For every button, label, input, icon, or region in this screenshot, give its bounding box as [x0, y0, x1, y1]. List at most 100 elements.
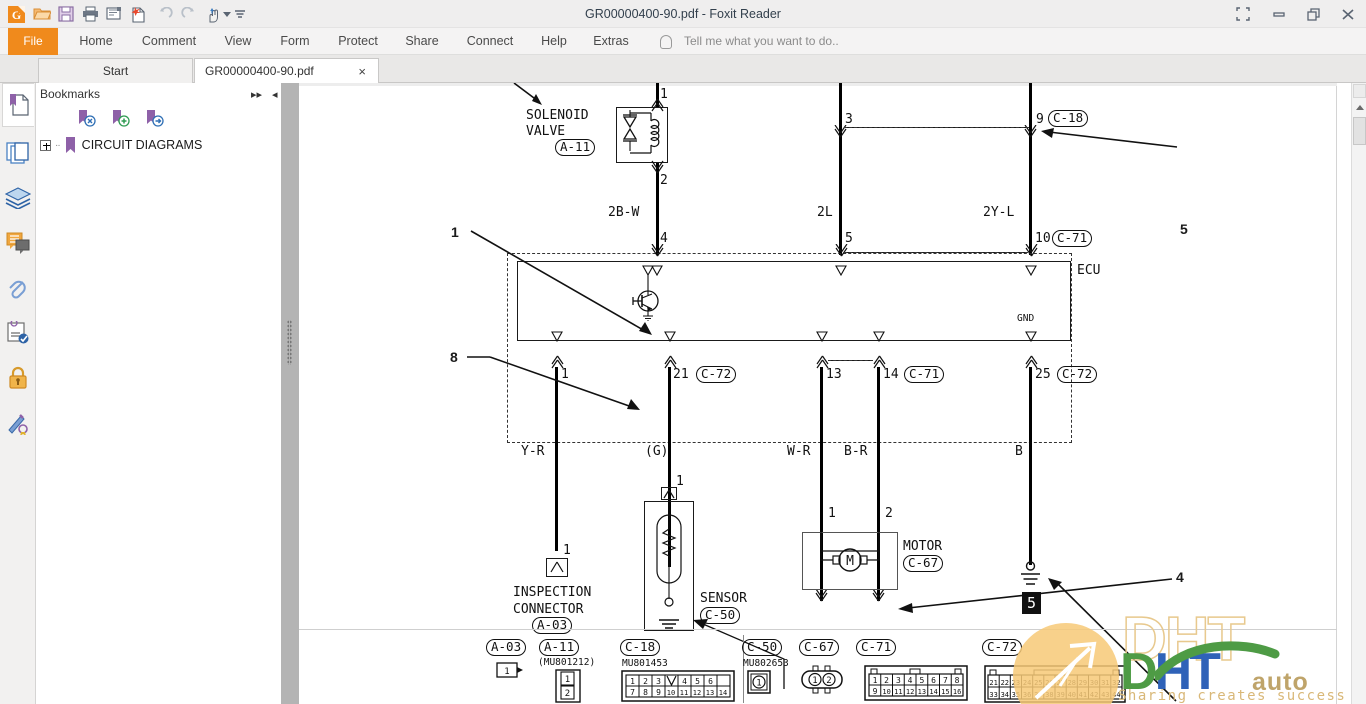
- svg-text:7: 7: [630, 688, 635, 697]
- page-top-edge: [299, 83, 1337, 86]
- panel-splitter[interactable]: [281, 83, 299, 704]
- connector-code-c71-upper: C-71: [1052, 230, 1093, 247]
- sidebar-item-stamps[interactable]: [2, 311, 34, 355]
- svg-text:1: 1: [504, 667, 509, 677]
- tab-home[interactable]: Home: [70, 28, 122, 55]
- add-bookmark-icon[interactable]: [110, 109, 132, 131]
- toggle-fullscreen-button[interactable]: [1232, 4, 1254, 24]
- svg-text:M: M: [846, 554, 854, 569]
- open-icon[interactable]: [32, 4, 52, 24]
- tab-file[interactable]: File: [8, 28, 58, 55]
- scroll-up-arrow-icon[interactable]: [1356, 105, 1364, 110]
- save-icon[interactable]: [56, 4, 76, 24]
- pin-label-out-21: 21: [673, 367, 689, 382]
- sidebar-item-layers[interactable]: [2, 176, 34, 220]
- svg-text:22: 22: [1001, 679, 1009, 687]
- expand-panel-icon[interactable]: ▸▸: [251, 88, 262, 101]
- layers-icon: [5, 187, 31, 209]
- svg-text:16: 16: [953, 688, 961, 696]
- bookmark-tree-item-circuit-diagrams[interactable]: ·· CIRCUIT DIAGRAMS: [40, 135, 202, 155]
- ecu-gnd-label: GND: [1017, 313, 1035, 324]
- sensor-label: SENSOR: [700, 591, 747, 606]
- scrollbar-thumb[interactable]: [1353, 117, 1366, 145]
- sidebar-item-signatures[interactable]: [2, 401, 34, 445]
- undo-icon[interactable]: [155, 4, 175, 24]
- tab-connect[interactable]: Connect: [455, 28, 525, 55]
- document-vertical-scrollbar[interactable]: [1351, 83, 1366, 704]
- new-from-file-icon[interactable]: [128, 4, 148, 24]
- motor-symbol: M: [820, 532, 880, 572]
- svg-text:1: 1: [812, 676, 817, 686]
- scroll-up-button[interactable]: [1353, 84, 1366, 98]
- wire-code-g: (G): [645, 444, 669, 459]
- svg-text:5: 5: [695, 677, 700, 686]
- collapse-panel-icon[interactable]: ◂: [272, 88, 278, 101]
- lightbulb-icon: [660, 35, 672, 49]
- sidebar-item-comments[interactable]: [2, 221, 34, 265]
- callout-leader-8: [467, 356, 640, 410]
- delete-bookmark-icon[interactable]: [76, 109, 98, 131]
- connector-arrow-solenoid-1: [651, 98, 664, 112]
- security-lock-icon: [9, 366, 27, 389]
- tab-help[interactable]: Help: [532, 28, 576, 55]
- svg-text:3: 3: [656, 677, 661, 686]
- sidebar-item-thumbnails[interactable]: [2, 131, 34, 175]
- connector-arrow-motor-1: [815, 589, 828, 602]
- svg-text:7: 7: [943, 676, 948, 685]
- svg-text:6: 6: [708, 677, 713, 686]
- go-to-bookmark-icon[interactable]: [144, 109, 166, 131]
- ecu-output-triangle-25: [1025, 331, 1037, 342]
- connector-code-c72-pin25: C-72: [1057, 366, 1098, 383]
- callout-leader-5: [1041, 128, 1178, 148]
- bookmarks-panel-icon: [9, 94, 29, 116]
- tab-comment[interactable]: Comment: [132, 28, 206, 55]
- svg-text:21: 21: [989, 679, 997, 687]
- svg-text:1: 1: [873, 676, 878, 685]
- print-icon[interactable]: [80, 4, 100, 24]
- tab-view[interactable]: View: [213, 28, 263, 55]
- ecu-input-triangle-5: [835, 265, 847, 276]
- maximize-restore-button[interactable]: [1303, 4, 1325, 24]
- tab-extras[interactable]: Extras: [583, 28, 639, 55]
- sidebar-item-bookmarks[interactable]: [2, 83, 34, 127]
- tab-form[interactable]: Form: [270, 28, 320, 55]
- customize-toolbar-icon[interactable]: [234, 4, 246, 24]
- document-tab-strip: Start GR00000400-90.pdf ×: [0, 55, 1366, 123]
- tab-share[interactable]: Share: [396, 28, 448, 55]
- svg-text:34: 34: [1001, 691, 1009, 699]
- dashed-link-5-to-10: [844, 252, 1028, 253]
- connector-code-c18-upper: C-18: [1048, 110, 1089, 127]
- wire-b: [1029, 367, 1032, 565]
- wire-2yl: [1029, 83, 1032, 255]
- hand-tool-icon[interactable]: [203, 4, 223, 24]
- foxit-logo-icon[interactable]: G: [6, 4, 26, 24]
- tab-start[interactable]: Start: [38, 58, 193, 83]
- tab-close-icon[interactable]: ×: [358, 65, 366, 78]
- tell-me-search[interactable]: Tell me what you want to do..: [684, 28, 839, 55]
- solenoid-valve-code: A-11: [555, 139, 596, 156]
- legend-part-a11: (MU801212): [538, 657, 596, 668]
- email-icon[interactable]: [104, 4, 124, 24]
- tab-document[interactable]: GR00000400-90.pdf ×: [194, 58, 379, 83]
- sidebar-item-attachments[interactable]: [2, 266, 34, 310]
- wire-code-b: B: [1015, 444, 1023, 459]
- redo-icon[interactable]: [179, 4, 199, 24]
- callout-number-5: 5: [1180, 221, 1188, 237]
- dashed-link-3-to-9: [844, 127, 1029, 128]
- panel-splitter-grip[interactable]: [287, 320, 292, 365]
- callout-number-8: 8: [450, 349, 458, 365]
- tab-protect[interactable]: Protect: [327, 28, 389, 55]
- pin-label-inspection-1: 1: [563, 543, 571, 558]
- quick-access-dropdown-icon[interactable]: [222, 4, 232, 24]
- watermark-tagline: Sharing creates success: [1118, 688, 1347, 704]
- close-button[interactable]: [1337, 4, 1359, 24]
- expand-toggle-icon[interactable]: [40, 139, 51, 151]
- solenoid-valve-label-1: SOLENOID: [526, 108, 589, 123]
- sidebar-item-security[interactable]: [2, 356, 34, 400]
- bookmark-label: CIRCUIT DIAGRAMS: [81, 138, 203, 152]
- legend-code-c50: C-50: [742, 639, 783, 656]
- wire-code-br: B-R: [844, 444, 868, 459]
- minimize-button[interactable]: [1268, 4, 1290, 24]
- motor-code: C-67: [903, 555, 944, 572]
- svg-text:11: 11: [894, 688, 902, 696]
